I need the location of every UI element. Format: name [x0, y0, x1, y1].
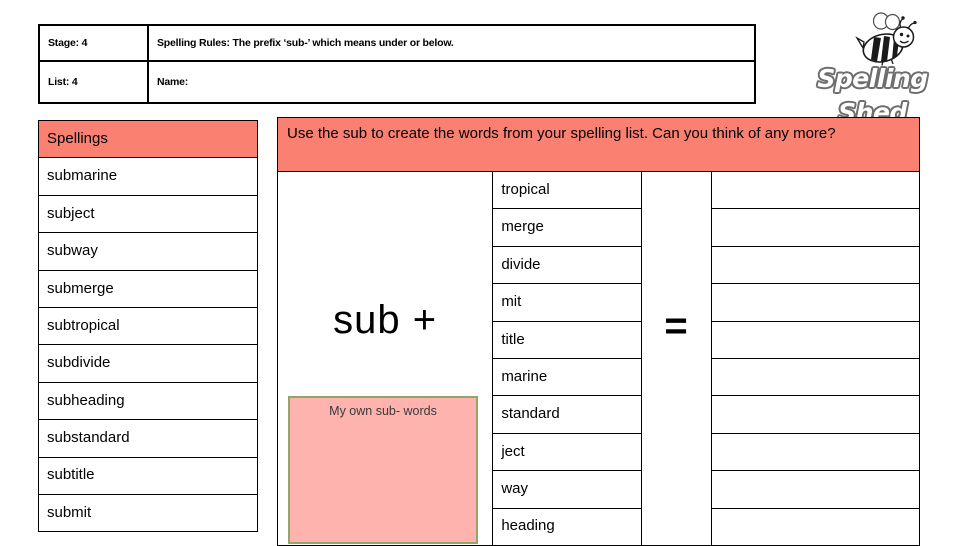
- spellings-heading: Spellings: [38, 119, 258, 159]
- table-row: subheading: [38, 381, 258, 421]
- spelling-word: submit: [38, 493, 258, 533]
- instruction-text: Use the sub to create the words from you…: [277, 117, 920, 172]
- sub-prefix-label: sub +: [333, 298, 438, 342]
- table-row: subtropical: [38, 306, 258, 346]
- spelling-rules-cell: Spelling Rules: The prefix ‘sub-’ which …: [147, 24, 756, 62]
- table-row: submit: [38, 493, 258, 533]
- root-word: marine: [492, 357, 642, 397]
- list-cell: List: 4: [38, 60, 149, 104]
- spellings-table: Spellings submarine subject subway subme…: [38, 119, 258, 533]
- spelling-word: subway: [38, 232, 258, 271]
- answer-field[interactable]: [710, 395, 921, 434]
- root-word: title: [492, 320, 642, 359]
- bee-icon: [855, 12, 917, 66]
- table-row: substandard: [38, 419, 258, 458]
- table-row: submarine: [38, 157, 258, 196]
- root-word: divide: [492, 245, 642, 285]
- spelling-word: submarine: [38, 157, 258, 196]
- spelling-word: submerge: [38, 269, 258, 308]
- root-word: standard: [492, 395, 642, 434]
- spelling-word: subdivide: [38, 344, 258, 383]
- answer-field[interactable]: [710, 320, 921, 359]
- spelling-word: subject: [38, 194, 258, 234]
- worksheet-header-table: Stage: 4 Spelling Rules: The prefix ‘sub…: [38, 24, 756, 104]
- spelling-word: substandard: [38, 419, 258, 458]
- root-word: ject: [492, 432, 642, 472]
- root-word: way: [492, 470, 642, 509]
- table-row: subway: [38, 232, 258, 271]
- spelling-word: subtropical: [38, 306, 258, 346]
- spelling-word: subheading: [38, 381, 258, 421]
- spelling-word: subtitle: [38, 456, 258, 495]
- header-row-list: List: 4 Name:: [38, 60, 756, 104]
- sub-prefix-cell: sub + My own sub- words: [276, 171, 494, 546]
- equals-sign-label: =: [664, 304, 688, 348]
- answer-field[interactable]: [710, 470, 921, 509]
- table-row: subtitle: [38, 456, 258, 495]
- root-word: mit: [492, 283, 642, 322]
- root-word: tropical: [492, 170, 642, 210]
- equals-cell: =: [640, 171, 712, 546]
- stage-cell: Stage: 4: [38, 24, 149, 62]
- answer-field[interactable]: [710, 170, 921, 210]
- answer-field[interactable]: [710, 208, 921, 247]
- spelling-shed-logo: Spelling Shed: [790, 12, 955, 129]
- table-row: subject: [38, 194, 258, 234]
- answer-field[interactable]: [710, 357, 921, 397]
- name-cell: Name:: [147, 60, 756, 104]
- table-row: sub + My own sub- words tropical =: [276, 170, 921, 546]
- answer-field[interactable]: [710, 245, 921, 285]
- root-word: merge: [492, 208, 642, 247]
- my-own-words-box[interactable]: My own sub- words: [288, 396, 478, 544]
- table-row: submerge: [38, 269, 258, 308]
- answer-field[interactable]: [710, 283, 921, 322]
- spellings-header-row: Spellings: [38, 119, 258, 159]
- table-row: subdivide: [38, 344, 258, 383]
- activity-table: Use the sub to create the words from you…: [276, 117, 921, 546]
- my-own-words-label: My own sub- words: [329, 404, 437, 418]
- header-row-stage: Stage: 4 Spelling Rules: The prefix ‘sub…: [38, 24, 756, 62]
- logo-wordmark: Spelling Shed: [816, 63, 929, 129]
- answer-field[interactable]: [710, 432, 921, 472]
- instruction-row: Use the sub to create the words from you…: [277, 117, 920, 172]
